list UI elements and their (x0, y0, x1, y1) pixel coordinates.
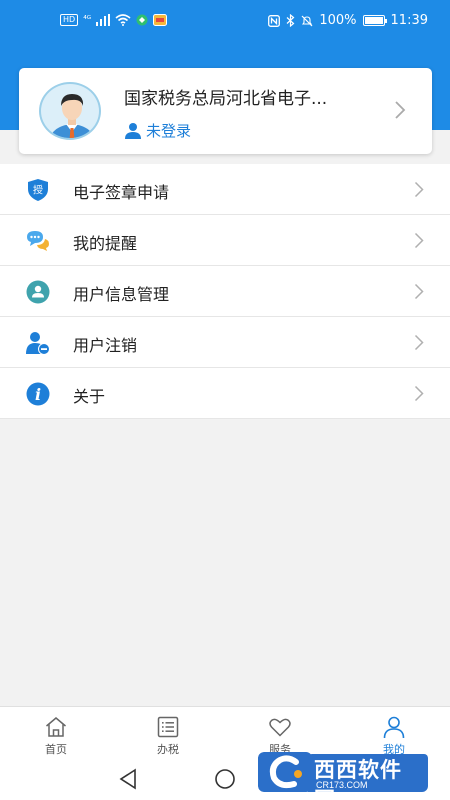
user-remove-icon (26, 332, 50, 355)
menu-item-label: 用户注销 (73, 336, 138, 355)
battery-percent: 100% (319, 13, 357, 28)
heart-icon (269, 718, 291, 737)
menu-list: 授 电子签章申请 我的提醒 用户信息管理 用户注销 i 关于 (0, 164, 450, 419)
menu-item-label: 电子签章申请 (73, 183, 170, 202)
status-right-icons: 100% 11:39 (268, 13, 428, 28)
chevron-right-icon (395, 101, 406, 119)
info-icon: i (26, 382, 50, 406)
bluetooth-icon (286, 14, 295, 27)
login-status[interactable]: 未登录 (124, 120, 191, 141)
avatar-person-icon (49, 94, 95, 138)
watermark-site: CR173.COM (316, 780, 368, 790)
back-icon[interactable] (118, 768, 138, 790)
menu-item-label: 关于 (73, 387, 106, 406)
user-icon (125, 122, 141, 139)
watermark-c-logo (258, 752, 312, 792)
home-circle-icon[interactable] (214, 768, 236, 790)
avatar (39, 82, 101, 140)
user-info-icon (26, 280, 50, 304)
app-notification-icon (136, 14, 148, 26)
chevron-right-icon (414, 334, 424, 351)
authorize-shield-glyph: 授 (33, 184, 43, 197)
menu-item-my-reminders[interactable]: 我的提醒 (0, 215, 450, 266)
watermark-c-icon (269, 755, 302, 789)
menu-item-label: 我的提醒 (73, 234, 138, 253)
hd-badge: HD (60, 14, 79, 26)
tab-label: 办税 (157, 743, 179, 756)
chevron-right-icon (414, 232, 424, 249)
person-icon (383, 716, 405, 739)
menu-item-esign-apply[interactable]: 授 电子签章申请 (0, 164, 450, 215)
profile-card[interactable]: 国家税务总局河北省电子... 未登录 (19, 68, 432, 154)
chevron-right-icon (414, 385, 424, 402)
menu-item-user-info[interactable]: 用户信息管理 (0, 266, 450, 317)
info-glyph: i (35, 385, 41, 404)
menu-item-label: 用户信息管理 (73, 285, 170, 304)
battery-level (364, 17, 383, 24)
list-icon (157, 716, 179, 738)
wifi-icon (115, 14, 131, 26)
app-notification-icon-2 (153, 14, 168, 26)
battery-icon (362, 15, 387, 26)
login-status-label: 未登录 (146, 122, 192, 140)
menu-item-user-logout[interactable]: 用户注销 (0, 317, 450, 368)
authorize-shield-icon: 授 (28, 179, 48, 201)
watermark-logo: 西西软件园 CR173.COM (258, 752, 428, 792)
status-bar: HD ⁴ᴳ 100% 11:39 (0, 0, 450, 44)
nfc-icon (268, 14, 281, 27)
home-icon (46, 717, 66, 737)
chevron-right-icon (414, 181, 424, 198)
mute-icon (301, 15, 313, 26)
tab-home[interactable]: 首页 (0, 707, 112, 761)
status-left-icons: HD ⁴ᴳ (60, 14, 168, 26)
menu-item-about[interactable]: i 关于 (0, 368, 450, 419)
reminder-chat-icon (27, 231, 49, 251)
org-name: 国家税务总局河北省电子... (124, 89, 328, 109)
chevron-right-icon (414, 283, 424, 300)
clock: 11:39 (390, 13, 428, 28)
tab-tax[interactable]: 办税 (112, 707, 224, 761)
tab-label: 首页 (45, 743, 67, 756)
network-type-label: ⁴ᴳ (83, 15, 92, 25)
signal-icon (96, 14, 111, 26)
